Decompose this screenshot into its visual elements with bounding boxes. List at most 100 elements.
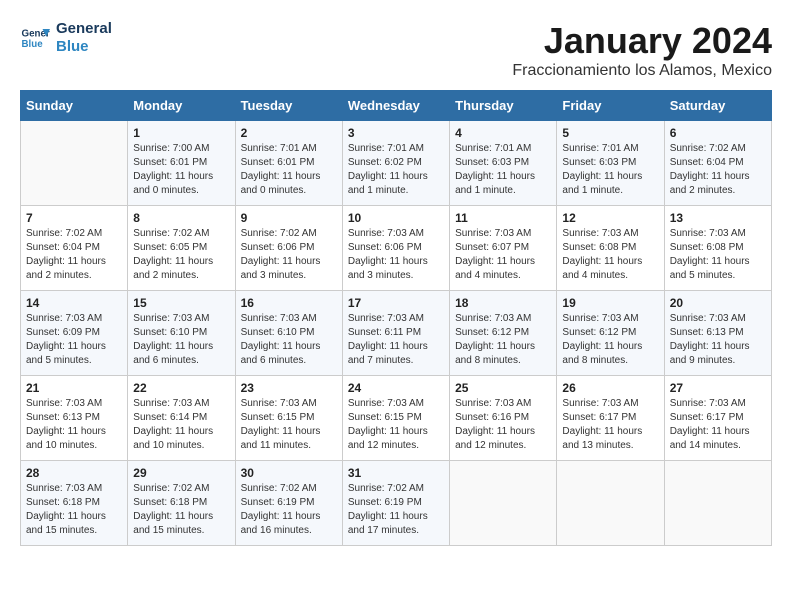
- day-number: 22: [133, 381, 229, 395]
- calendar-cell: 23 Sunrise: 7:03 AM Sunset: 6:15 PM Dayli…: [235, 376, 342, 461]
- day-number: 13: [670, 211, 766, 225]
- calendar-cell: [557, 461, 664, 546]
- svg-text:Blue: Blue: [22, 39, 44, 50]
- day-info: Sunrise: 7:02 AM Sunset: 6:19 PM Dayligh…: [241, 482, 337, 538]
- page-header: General Blue General Blue January 2024 F…: [20, 20, 772, 80]
- header-row: SundayMondayTuesdayWednesdayThursdayFrid…: [21, 91, 772, 121]
- logo-line1: General: [56, 20, 112, 38]
- day-number: 18: [455, 296, 551, 310]
- header-cell: Sunday: [21, 91, 128, 121]
- day-info: Sunrise: 7:02 AM Sunset: 6:19 PM Dayligh…: [348, 482, 444, 538]
- calendar-cell: 31 Sunrise: 7:02 AM Sunset: 6:19 PM Dayli…: [342, 461, 449, 546]
- logo: General Blue General Blue: [20, 20, 112, 56]
- day-info: Sunrise: 7:00 AM Sunset: 6:01 PM Dayligh…: [133, 142, 229, 198]
- calendar-cell: 7 Sunrise: 7:02 AM Sunset: 6:04 PM Daylig…: [21, 206, 128, 291]
- day-info: Sunrise: 7:03 AM Sunset: 6:16 PM Dayligh…: [455, 397, 551, 453]
- day-info: Sunrise: 7:03 AM Sunset: 6:14 PM Dayligh…: [133, 397, 229, 453]
- calendar-cell: 17Sunrise: 7:03 AM Sunset: 6:11 PM Dayli…: [342, 291, 449, 376]
- calendar-subtitle: Fraccionamiento los Alamos, Mexico: [512, 62, 772, 80]
- day-number: 11: [455, 211, 551, 225]
- calendar-cell: 13Sunrise: 7:03 AM Sunset: 6:08 PM Dayli…: [664, 206, 771, 291]
- day-number: 20: [670, 296, 766, 310]
- calendar-cell: 12 Sunrise: 7:03 AM Sunset: 6:08 PM Dayli…: [557, 206, 664, 291]
- header-cell: Wednesday: [342, 91, 449, 121]
- header-cell: Thursday: [450, 91, 557, 121]
- calendar-cell: 22 Sunrise: 7:03 AM Sunset: 6:14 PM Dayli…: [128, 376, 235, 461]
- calendar-cell: 18 Sunrise: 7:03 AM Sunset: 6:12 PM Dayli…: [450, 291, 557, 376]
- day-number: 12: [562, 211, 658, 225]
- day-info: Sunrise: 7:03 AM Sunset: 6:15 PM Dayligh…: [348, 397, 444, 453]
- day-number: 5: [562, 126, 658, 140]
- day-number: 16: [241, 296, 337, 310]
- calendar-cell: 10 Sunrise: 7:03 AM Sunset: 6:06 PM Dayli…: [342, 206, 449, 291]
- day-number: 1: [133, 126, 229, 140]
- day-number: 24: [348, 381, 444, 395]
- day-info: Sunrise: 7:03 AM Sunset: 6:07 PM Dayligh…: [455, 227, 551, 283]
- calendar-cell: 15Sunrise: 7:03 AM Sunset: 6:10 PM Dayli…: [128, 291, 235, 376]
- day-number: 10: [348, 211, 444, 225]
- day-number: 2: [241, 126, 337, 140]
- calendar-cell: [664, 461, 771, 546]
- title-block: January 2024 Fraccionamiento los Alamos,…: [512, 20, 772, 80]
- day-number: 31: [348, 466, 444, 480]
- day-info: Sunrise: 7:03 AM Sunset: 6:12 PM Dayligh…: [562, 312, 658, 368]
- day-number: 3: [348, 126, 444, 140]
- calendar-cell: 19Sunrise: 7:03 AM Sunset: 6:12 PM Dayli…: [557, 291, 664, 376]
- calendar-cell: 27Sunrise: 7:03 AM Sunset: 6:17 PM Dayli…: [664, 376, 771, 461]
- day-info: Sunrise: 7:03 AM Sunset: 6:06 PM Dayligh…: [348, 227, 444, 283]
- day-number: 7: [26, 211, 122, 225]
- day-info: Sunrise: 7:03 AM Sunset: 6:12 PM Dayligh…: [455, 312, 551, 368]
- day-number: 9: [241, 211, 337, 225]
- day-number: 26: [562, 381, 658, 395]
- day-info: Sunrise: 7:03 AM Sunset: 6:13 PM Dayligh…: [26, 397, 122, 453]
- day-info: Sunrise: 7:01 AM Sunset: 6:02 PM Dayligh…: [348, 142, 444, 198]
- calendar-header: SundayMondayTuesdayWednesdayThursdayFrid…: [21, 91, 772, 121]
- calendar-cell: 30Sunrise: 7:02 AM Sunset: 6:19 PM Dayli…: [235, 461, 342, 546]
- day-info: Sunrise: 7:02 AM Sunset: 6:18 PM Dayligh…: [133, 482, 229, 538]
- calendar-cell: 24 Sunrise: 7:03 AM Sunset: 6:15 PM Dayli…: [342, 376, 449, 461]
- calendar-cell: 1 Sunrise: 7:00 AM Sunset: 6:01 PM Daylig…: [128, 121, 235, 206]
- day-info: Sunrise: 7:01 AM Sunset: 6:03 PM Dayligh…: [562, 142, 658, 198]
- day-number: 23: [241, 381, 337, 395]
- day-info: Sunrise: 7:03 AM Sunset: 6:18 PM Dayligh…: [26, 482, 122, 538]
- calendar-cell: 26 Sunrise: 7:03 AM Sunset: 6:17 PM Dayli…: [557, 376, 664, 461]
- day-number: 21: [26, 381, 122, 395]
- calendar-cell: 5 Sunrise: 7:01 AM Sunset: 6:03 PM Daylig…: [557, 121, 664, 206]
- calendar-cell: 6 Sunrise: 7:02 AM Sunset: 6:04 PM Daylig…: [664, 121, 771, 206]
- calendar-cell: 14 Sunrise: 7:03 AM Sunset: 6:09 PM Dayli…: [21, 291, 128, 376]
- header-cell: Monday: [128, 91, 235, 121]
- day-info: Sunrise: 7:02 AM Sunset: 6:04 PM Dayligh…: [26, 227, 122, 283]
- day-info: Sunrise: 7:03 AM Sunset: 6:15 PM Dayligh…: [241, 397, 337, 453]
- header-cell: Saturday: [664, 91, 771, 121]
- header-cell: Friday: [557, 91, 664, 121]
- calendar-table: SundayMondayTuesdayWednesdayThursdayFrid…: [20, 90, 772, 546]
- day-number: 28: [26, 466, 122, 480]
- calendar-cell: 3 Sunrise: 7:01 AM Sunset: 6:02 PM Daylig…: [342, 121, 449, 206]
- day-number: 29: [133, 466, 229, 480]
- logo-line2: Blue: [56, 38, 112, 56]
- day-number: 6: [670, 126, 766, 140]
- day-info: Sunrise: 7:03 AM Sunset: 6:17 PM Dayligh…: [670, 397, 766, 453]
- calendar-cell: 29 Sunrise: 7:02 AM Sunset: 6:18 PM Dayli…: [128, 461, 235, 546]
- calendar-cell: 21 Sunrise: 7:03 AM Sunset: 6:13 PM Dayli…: [21, 376, 128, 461]
- calendar-cell: 8Sunrise: 7:02 AM Sunset: 6:05 PM Daylig…: [128, 206, 235, 291]
- calendar-week-row: 1 Sunrise: 7:00 AM Sunset: 6:01 PM Daylig…: [21, 121, 772, 206]
- calendar-cell: 4Sunrise: 7:01 AM Sunset: 6:03 PM Daylig…: [450, 121, 557, 206]
- day-info: Sunrise: 7:03 AM Sunset: 6:08 PM Dayligh…: [562, 227, 658, 283]
- header-cell: Tuesday: [235, 91, 342, 121]
- calendar-title: January 2024: [512, 20, 772, 62]
- day-info: Sunrise: 7:03 AM Sunset: 6:09 PM Dayligh…: [26, 312, 122, 368]
- day-info: Sunrise: 7:02 AM Sunset: 6:04 PM Dayligh…: [670, 142, 766, 198]
- day-number: 25: [455, 381, 551, 395]
- calendar-cell: 9 Sunrise: 7:02 AM Sunset: 6:06 PM Daylig…: [235, 206, 342, 291]
- day-number: 14: [26, 296, 122, 310]
- calendar-week-row: 28 Sunrise: 7:03 AM Sunset: 6:18 PM Dayli…: [21, 461, 772, 546]
- calendar-body: 1 Sunrise: 7:00 AM Sunset: 6:01 PM Daylig…: [21, 121, 772, 546]
- day-info: Sunrise: 7:03 AM Sunset: 6:17 PM Dayligh…: [562, 397, 658, 453]
- calendar-week-row: 14 Sunrise: 7:03 AM Sunset: 6:09 PM Dayli…: [21, 291, 772, 376]
- day-info: Sunrise: 7:02 AM Sunset: 6:06 PM Dayligh…: [241, 227, 337, 283]
- day-info: Sunrise: 7:03 AM Sunset: 6:10 PM Dayligh…: [241, 312, 337, 368]
- day-number: 8: [133, 211, 229, 225]
- calendar-cell: 20Sunrise: 7:03 AM Sunset: 6:13 PM Dayli…: [664, 291, 771, 376]
- day-info: Sunrise: 7:03 AM Sunset: 6:11 PM Dayligh…: [348, 312, 444, 368]
